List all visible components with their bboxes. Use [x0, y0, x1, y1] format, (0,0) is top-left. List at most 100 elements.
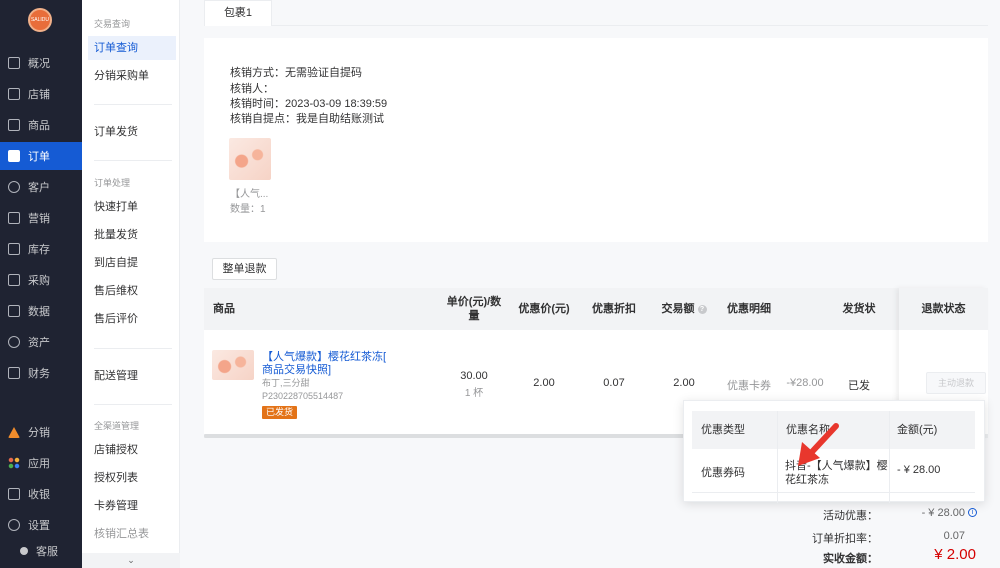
col-unit-price: 单价(元)/数量	[446, 296, 502, 322]
nav-item-settings[interactable]: 设置	[0, 511, 82, 539]
subnav-scroll-down[interactable]: ⌄	[82, 553, 180, 568]
order-icon	[8, 150, 20, 162]
popover-col-type: 优惠类型	[701, 424, 745, 436]
subnav-group-process: 订单处理	[94, 178, 131, 188]
product-image[interactable]	[212, 350, 254, 380]
gift-icon	[8, 212, 20, 224]
nav-item-inventory[interactable]: 库存	[0, 235, 82, 263]
nav-item-label: 客户	[28, 182, 50, 194]
verify-method: 核销方式：无需验证自提码	[230, 67, 362, 79]
subnav-item-auth-list[interactable]: 授权列表	[88, 466, 176, 490]
customer-service[interactable]: 客服	[20, 543, 58, 559]
purchase-icon	[8, 274, 20, 286]
subnav-divider	[94, 404, 172, 405]
nav-item-label: 财务	[28, 368, 50, 380]
subnav-item-verify-summary[interactable]: 核销汇总表	[88, 522, 176, 546]
asset-icon	[8, 336, 20, 348]
total-received-value: ¥ 2.00	[934, 546, 976, 563]
subnav-item-dist-purchase[interactable]: 分销采购单	[88, 64, 176, 88]
popover-divider	[889, 411, 890, 503]
nav-item-overview[interactable]: 概况	[0, 49, 82, 77]
subnav-item-delivery[interactable]: 配送管理	[88, 364, 176, 388]
subnav-item-quick-print[interactable]: 快速打单	[88, 195, 176, 219]
discount-rate: 0.07	[603, 377, 625, 389]
col-trade-amount-label: 交易额	[661, 303, 695, 315]
ship-status: 已发	[848, 380, 870, 392]
tab-package-1[interactable]: 包裹1	[204, 0, 272, 26]
brand-logo[interactable]: SALIDU	[28, 8, 52, 32]
thumb-caption: 【人气...	[230, 189, 269, 200]
nav-item-label: 概况	[28, 58, 50, 70]
refund-all-button[interactable]: 整单退款	[212, 258, 277, 280]
product-thumbnail[interactable]	[229, 138, 271, 180]
main-nav: SALIDU 概况 店铺 商品 订单 客户 营销 库存 采购 数据 资产 财务 …	[0, 0, 82, 568]
coupon-amount: - ¥ 28.00	[897, 464, 941, 476]
nav-item-finance[interactable]: 财务	[0, 359, 82, 387]
thumb-quantity: 数量：1	[230, 204, 266, 215]
settings-icon	[8, 519, 20, 531]
nav-item-marketing[interactable]: 营销	[0, 204, 82, 232]
nav-item-label: 收银	[28, 489, 50, 501]
warehouse-icon	[8, 243, 20, 255]
cashier-icon	[8, 488, 20, 500]
subnav-group-channel: 全渠道管理	[94, 421, 140, 431]
nav-item-label: 数据	[28, 306, 50, 318]
subnav-divider	[94, 160, 172, 161]
apps-icon	[8, 457, 20, 469]
sub-nav: 交易查询 订单查询 分销采购单 订单发货 订单处理 快速打单 批量发货 到店自提…	[82, 0, 180, 568]
nav-item-asset[interactable]: 资产	[0, 328, 82, 356]
nav-item-cashier[interactable]: 收银	[0, 480, 82, 508]
trade-amount: 2.00	[673, 377, 695, 389]
col-goods: 商品	[213, 303, 235, 315]
quantity: 1 杯	[464, 388, 484, 399]
nav-item-label: 店铺	[28, 89, 50, 101]
nav-item-customer[interactable]: 客户	[0, 173, 82, 201]
subnav-item-coupon-mgmt[interactable]: 卡券管理	[88, 494, 176, 518]
activity-discount-value: - ¥ 28.00	[921, 507, 965, 519]
subnav-item-pickup[interactable]: 到店自提	[88, 251, 176, 275]
nav-item-order[interactable]: 订单	[0, 142, 82, 170]
col-trade-amount: 交易额?	[649, 288, 719, 330]
product-spec: 布丁,三分甜	[262, 378, 310, 388]
subnav-item-order-query[interactable]: 订单查询	[88, 36, 176, 60]
discount-amount: -¥28.00	[786, 377, 824, 389]
nav-item-apps[interactable]: 应用	[0, 449, 82, 477]
col-discount-rate: 优惠折扣	[592, 303, 636, 315]
nav-item-distribution[interactable]: 分销	[0, 418, 82, 446]
chevron-down-icon: ⌄	[127, 555, 135, 565]
total-received-label: 实收金额：	[823, 553, 878, 565]
subnav-divider	[94, 348, 172, 349]
subnav-item-review[interactable]: 售后评价	[88, 307, 176, 331]
popover-divider	[777, 411, 778, 503]
discount-price: 2.00	[533, 377, 555, 389]
info-icon[interactable]: i	[968, 508, 977, 517]
shipped-tag: 已发货	[262, 406, 298, 419]
subnav-item-batch-ship[interactable]: 批量发货	[88, 223, 176, 247]
nav-item-label: 订单	[28, 151, 50, 163]
subnav-item-store-auth[interactable]: 店铺授权	[88, 438, 176, 462]
coupon-name-line2: 花红茶冻	[785, 474, 829, 486]
nav-item-goods[interactable]: 商品	[0, 111, 82, 139]
nav-item-label: 资产	[28, 337, 50, 349]
nav-item-label: 营销	[28, 213, 50, 225]
package-tabs: 包裹1	[204, 0, 988, 26]
verify-time: 核销时间：2023-03-09 18:39:59	[230, 98, 388, 110]
annotation-arrow-icon	[798, 423, 839, 466]
product-code: P230228705514487	[262, 391, 344, 401]
active-refund-button[interactable]: 主动退款	[926, 372, 986, 394]
subnav-item-order-ship[interactable]: 订单发货	[88, 120, 176, 144]
nav-item-data[interactable]: 数据	[0, 297, 82, 325]
discount-type[interactable]: 优惠卡券	[719, 377, 779, 393]
verify-pickup-point: 核销自提点：我是自助结账测试	[230, 113, 384, 125]
subnav-item-aftersale[interactable]: 售后维权	[88, 279, 176, 303]
help-icon[interactable]: ?	[697, 304, 707, 314]
nav-item-label: 库存	[28, 244, 50, 256]
data-icon	[8, 305, 20, 317]
coupon-type: 优惠券码	[701, 467, 745, 479]
product-snapshot-link[interactable]: 商品交易快照]	[262, 361, 331, 377]
nav-item-shop[interactable]: 店铺	[0, 80, 82, 108]
col-refund-status: 退款状态	[899, 288, 988, 330]
shop-icon	[8, 88, 20, 100]
distribution-icon	[8, 426, 20, 438]
nav-item-purchase[interactable]: 采购	[0, 266, 82, 294]
